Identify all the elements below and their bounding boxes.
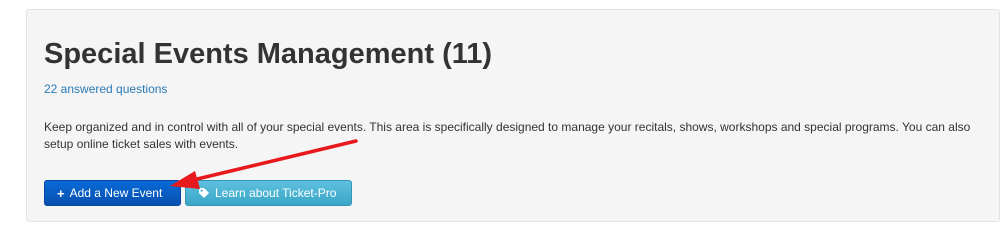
add-event-button-label: Add a New Event: [69, 186, 163, 200]
special-events-panel: Special Events Management (11) 22 answer…: [26, 9, 1000, 222]
learn-ticket-pro-button[interactable]: Learn about Ticket-Pro: [185, 180, 352, 206]
add-event-button[interactable]: + Add a New Event: [44, 180, 181, 206]
plus-icon: +: [57, 185, 65, 201]
answered-questions-link[interactable]: 22 answered questions: [44, 82, 167, 96]
panel-description: Keep organized and in control with all o…: [44, 120, 971, 151]
learn-ticket-pro-button-label: Learn about Ticket-Pro: [215, 186, 337, 200]
tag-icon: [198, 187, 210, 199]
page-title: Special Events Management (11): [44, 38, 493, 70]
